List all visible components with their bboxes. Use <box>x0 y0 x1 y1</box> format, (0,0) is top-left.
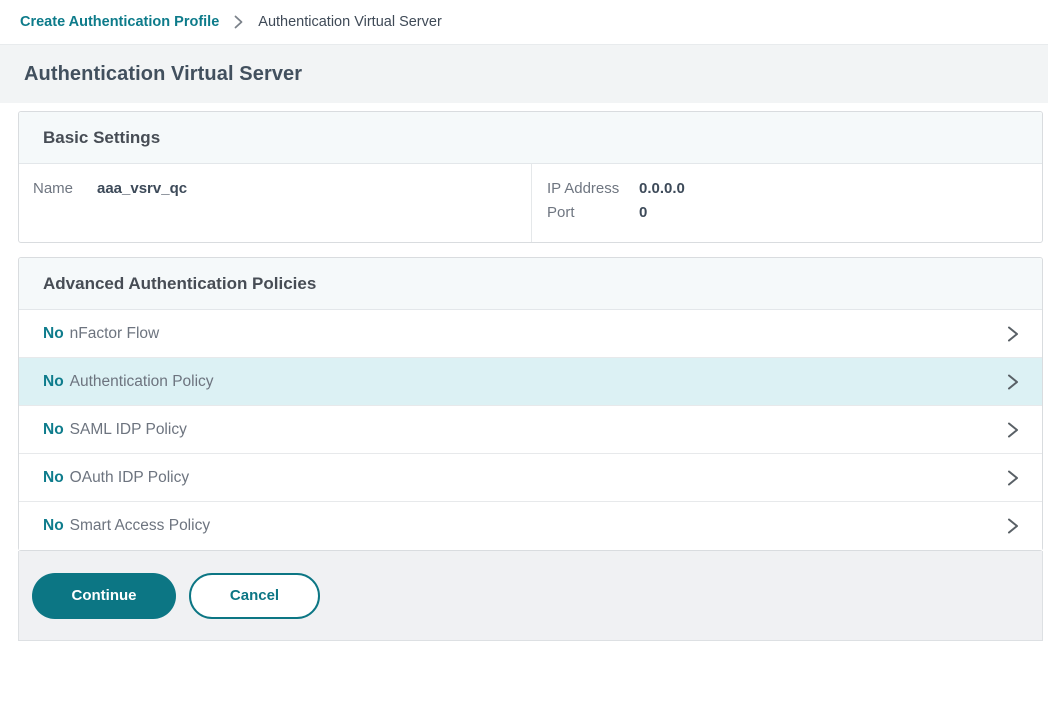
chevron-right-icon <box>1005 324 1020 344</box>
basic-settings-body: Name aaa_vsrv_qc IP Address 0.0.0.0 Port… <box>19 164 1042 242</box>
port-field: Port 0 <box>547 204 1042 221</box>
ip-address-value: 0.0.0.0 <box>639 180 685 197</box>
policy-row-oauth-idp-policy[interactable]: No OAuth IDP Policy <box>19 454 1042 502</box>
advanced-policies-title: Advanced Authentication Policies <box>43 274 316 294</box>
advanced-policies-section: Advanced Authentication Policies No nFac… <box>18 257 1043 551</box>
policy-count-badge: No <box>43 421 64 439</box>
page-title: Authentication Virtual Server <box>24 63 302 86</box>
policy-list: No nFactor Flow No Authentication Policy… <box>19 310 1042 550</box>
policy-count-badge: No <box>43 325 64 343</box>
basic-settings-left-column: Name aaa_vsrv_qc <box>19 164 531 242</box>
chevron-right-icon <box>1005 420 1020 440</box>
advanced-policies-header: Advanced Authentication Policies <box>19 258 1042 310</box>
name-label: Name <box>33 180 97 197</box>
name-field: Name aaa_vsrv_qc <box>33 180 531 197</box>
cancel-button[interactable]: Cancel <box>189 573 320 619</box>
main-content: Basic Settings Name aaa_vsrv_qc IP Addre… <box>18 111 1043 641</box>
basic-settings-title: Basic Settings <box>43 128 160 148</box>
policy-count-badge: No <box>43 517 64 535</box>
policy-row-label: OAuth IDP Policy <box>70 469 189 487</box>
policy-row-label: SAML IDP Policy <box>70 421 187 439</box>
breadcrumb-link-create-authentication-profile[interactable]: Create Authentication Profile <box>20 14 219 30</box>
policy-count-badge: No <box>43 373 64 391</box>
port-label: Port <box>547 204 639 221</box>
basic-settings-header: Basic Settings <box>19 112 1042 164</box>
chevron-right-icon <box>1005 468 1020 488</box>
page-title-bar: Authentication Virtual Server <box>0 45 1048 103</box>
chevron-right-icon <box>1005 372 1020 392</box>
chevron-right-icon <box>1005 516 1020 536</box>
continue-button[interactable]: Continue <box>32 573 176 619</box>
chevron-right-icon <box>233 14 244 30</box>
policy-row-authentication-policy[interactable]: No Authentication Policy <box>19 358 1042 406</box>
policy-row-label: nFactor Flow <box>70 325 160 343</box>
policy-row-label: Smart Access Policy <box>70 517 210 535</box>
policy-row-nfactor-flow[interactable]: No nFactor Flow <box>19 310 1042 358</box>
basic-settings-right-column: IP Address 0.0.0.0 Port 0 <box>531 164 1042 242</box>
action-bar: Continue Cancel <box>18 551 1043 641</box>
policy-row-smart-access-policy[interactable]: No Smart Access Policy <box>19 502 1042 550</box>
name-value: aaa_vsrv_qc <box>97 180 187 197</box>
policy-count-badge: No <box>43 469 64 487</box>
port-value: 0 <box>639 204 647 221</box>
policy-row-saml-idp-policy[interactable]: No SAML IDP Policy <box>19 406 1042 454</box>
basic-settings-section: Basic Settings Name aaa_vsrv_qc IP Addre… <box>18 111 1043 243</box>
breadcrumb: Create Authentication Profile Authentica… <box>0 0 1048 45</box>
ip-address-field: IP Address 0.0.0.0 <box>547 180 1042 197</box>
ip-address-label: IP Address <box>547 180 639 197</box>
breadcrumb-current: Authentication Virtual Server <box>258 14 442 30</box>
policy-row-label: Authentication Policy <box>70 373 214 391</box>
